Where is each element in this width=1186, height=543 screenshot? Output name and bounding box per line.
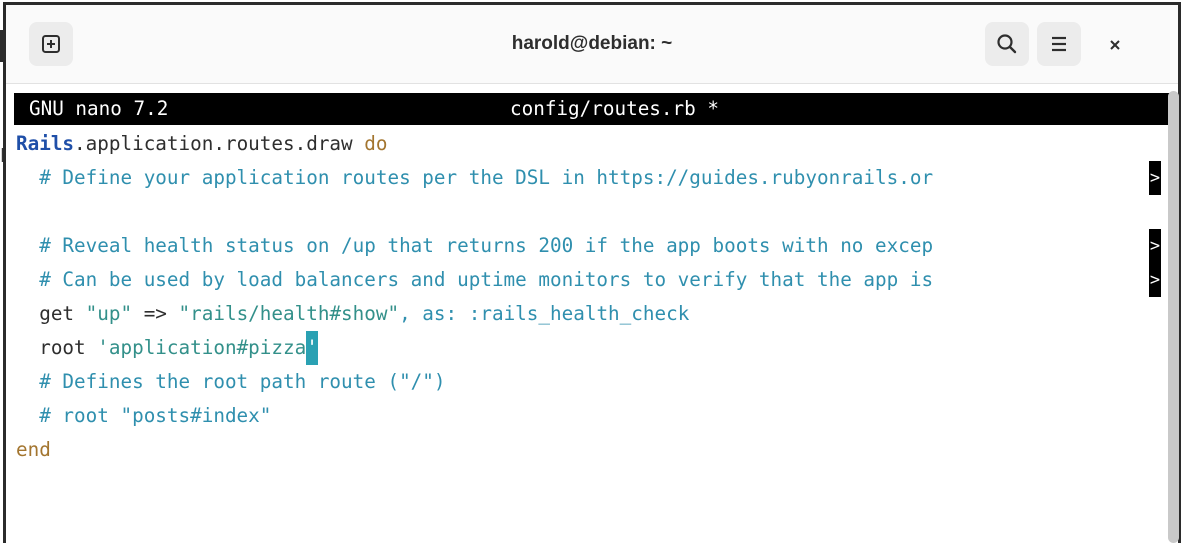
code-line-10[interactable]: end [16, 433, 1161, 467]
scrollbar-thumb[interactable] [1168, 91, 1179, 543]
line-truncation-marker: > [1149, 161, 1161, 195]
keyword-do: do [364, 132, 388, 155]
class-token: Rails [16, 132, 75, 155]
code-line-7[interactable]: root 'application#pizza' [16, 331, 1161, 365]
window-title: harold@debian: ~ [511, 33, 673, 54]
search-icon [997, 34, 1017, 54]
code-line-2[interactable]: # Define your application routes per the… [16, 161, 1161, 195]
nano-header-bar: GNU nano 7.2 config/routes.rb * [14, 93, 1170, 125]
hamburger-menu-icon [1052, 36, 1066, 52]
terminal-window: harold@debian: ~ GNU nano 7.2 config/rou… [3, 2, 1181, 543]
arrow-token: => [132, 302, 179, 325]
nano-version: GNU nano 7.2 [29, 97, 169, 120]
code-line-9[interactable]: # root "posts#index" [16, 399, 1161, 433]
line-truncation-marker: > [1149, 263, 1161, 297]
nano-filename: config/routes.rb * [510, 97, 719, 120]
option-token: , as: [399, 302, 469, 325]
close-button[interactable] [1102, 32, 1128, 58]
new-tab-icon [42, 35, 60, 53]
string-token: 'application#pizza [97, 336, 307, 359]
new-tab-button[interactable] [29, 22, 73, 66]
scrollbar[interactable] [1168, 85, 1179, 543]
line-truncation-marker: > [1149, 229, 1161, 263]
terminal-area[interactable]: GNU nano 7.2 config/routes.rb * Rails.ap… [6, 85, 1170, 543]
text-cursor: ' [306, 331, 319, 365]
get-keyword: get [16, 302, 86, 325]
root-keyword: root [16, 336, 98, 359]
string-token: "up" [85, 302, 133, 325]
code-line-6[interactable]: get "up" => "rails/health#show", as: :ra… [16, 297, 1161, 331]
string-token: "rails/health#show" [178, 302, 400, 325]
code-line-5[interactable]: # Can be used by load balancers and upti… [16, 263, 1161, 297]
code-line-8[interactable]: # Defines the root path route ("/") [16, 365, 1161, 399]
method-chain: .application.routes.draw [74, 132, 365, 155]
search-button[interactable] [985, 22, 1029, 66]
menu-button[interactable] [1037, 22, 1081, 66]
titlebar: harold@debian: ~ [6, 5, 1178, 84]
code-line-1[interactable]: Rails.application.routes.draw do [16, 127, 1161, 161]
code-line-4[interactable]: # Reveal health status on /up that retur… [16, 229, 1161, 263]
symbol-token: :rails_health_check [468, 302, 690, 325]
close-icon [1110, 40, 1120, 50]
